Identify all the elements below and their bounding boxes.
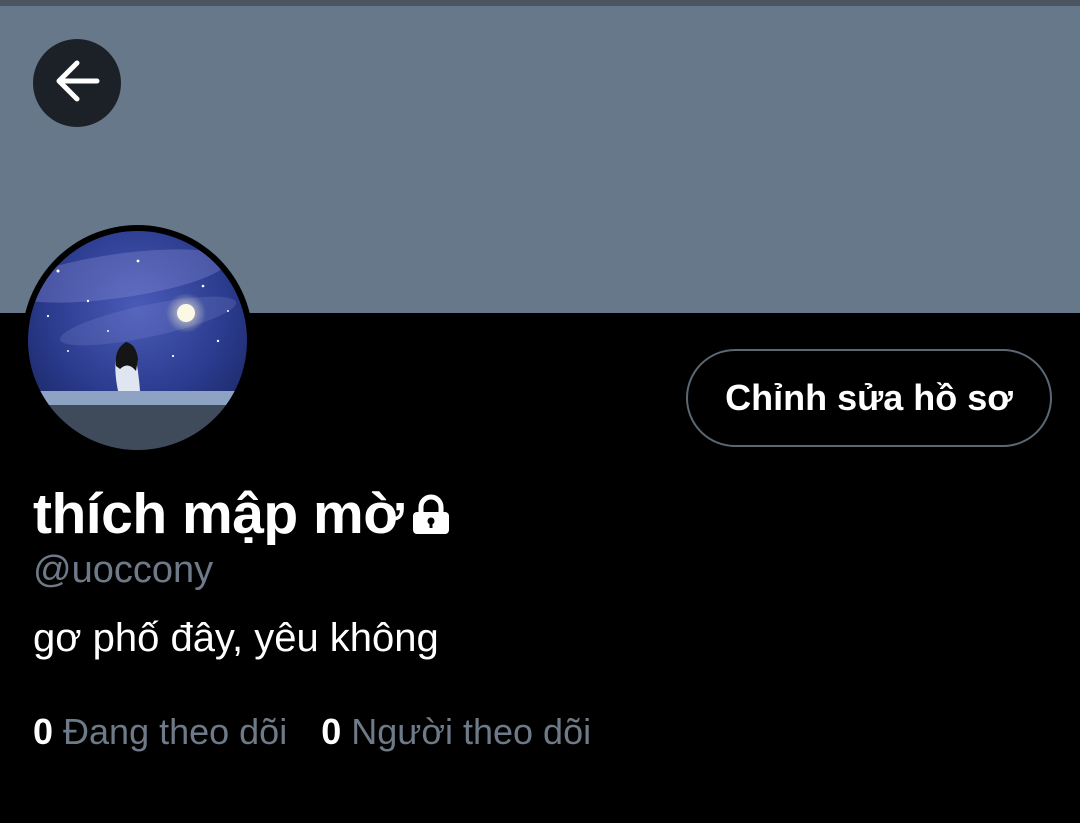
avatar-image [28, 231, 247, 450]
display-name-row: thích mập mờ [33, 478, 453, 550]
follow-stats: 0 Đang theo dõi 0 Người theo dõi [33, 711, 591, 753]
followers-link[interactable]: 0 Người theo dõi [321, 711, 591, 753]
followers-count: 0 [321, 711, 342, 752]
arrow-left-icon [53, 57, 101, 110]
back-button[interactable] [33, 39, 121, 127]
following-link[interactable]: 0 Đang theo dõi [33, 711, 287, 753]
profile-bio: gơ phố đây, yêu không [33, 616, 439, 660]
user-handle: @uoccony [33, 549, 214, 591]
following-count: 0 [33, 711, 54, 752]
followers-label: Người theo dõi [351, 711, 592, 752]
display-name: thích mập mờ [33, 482, 404, 546]
edit-profile-button[interactable]: Chỉnh sửa hồ sơ [686, 349, 1052, 447]
lock-icon [409, 493, 453, 542]
profile-page: Chỉnh sửa hồ sơ thích mập mờ @uoccony gơ… [0, 0, 1080, 823]
avatar[interactable] [22, 225, 253, 456]
following-label: Đang theo dõi [63, 711, 288, 752]
